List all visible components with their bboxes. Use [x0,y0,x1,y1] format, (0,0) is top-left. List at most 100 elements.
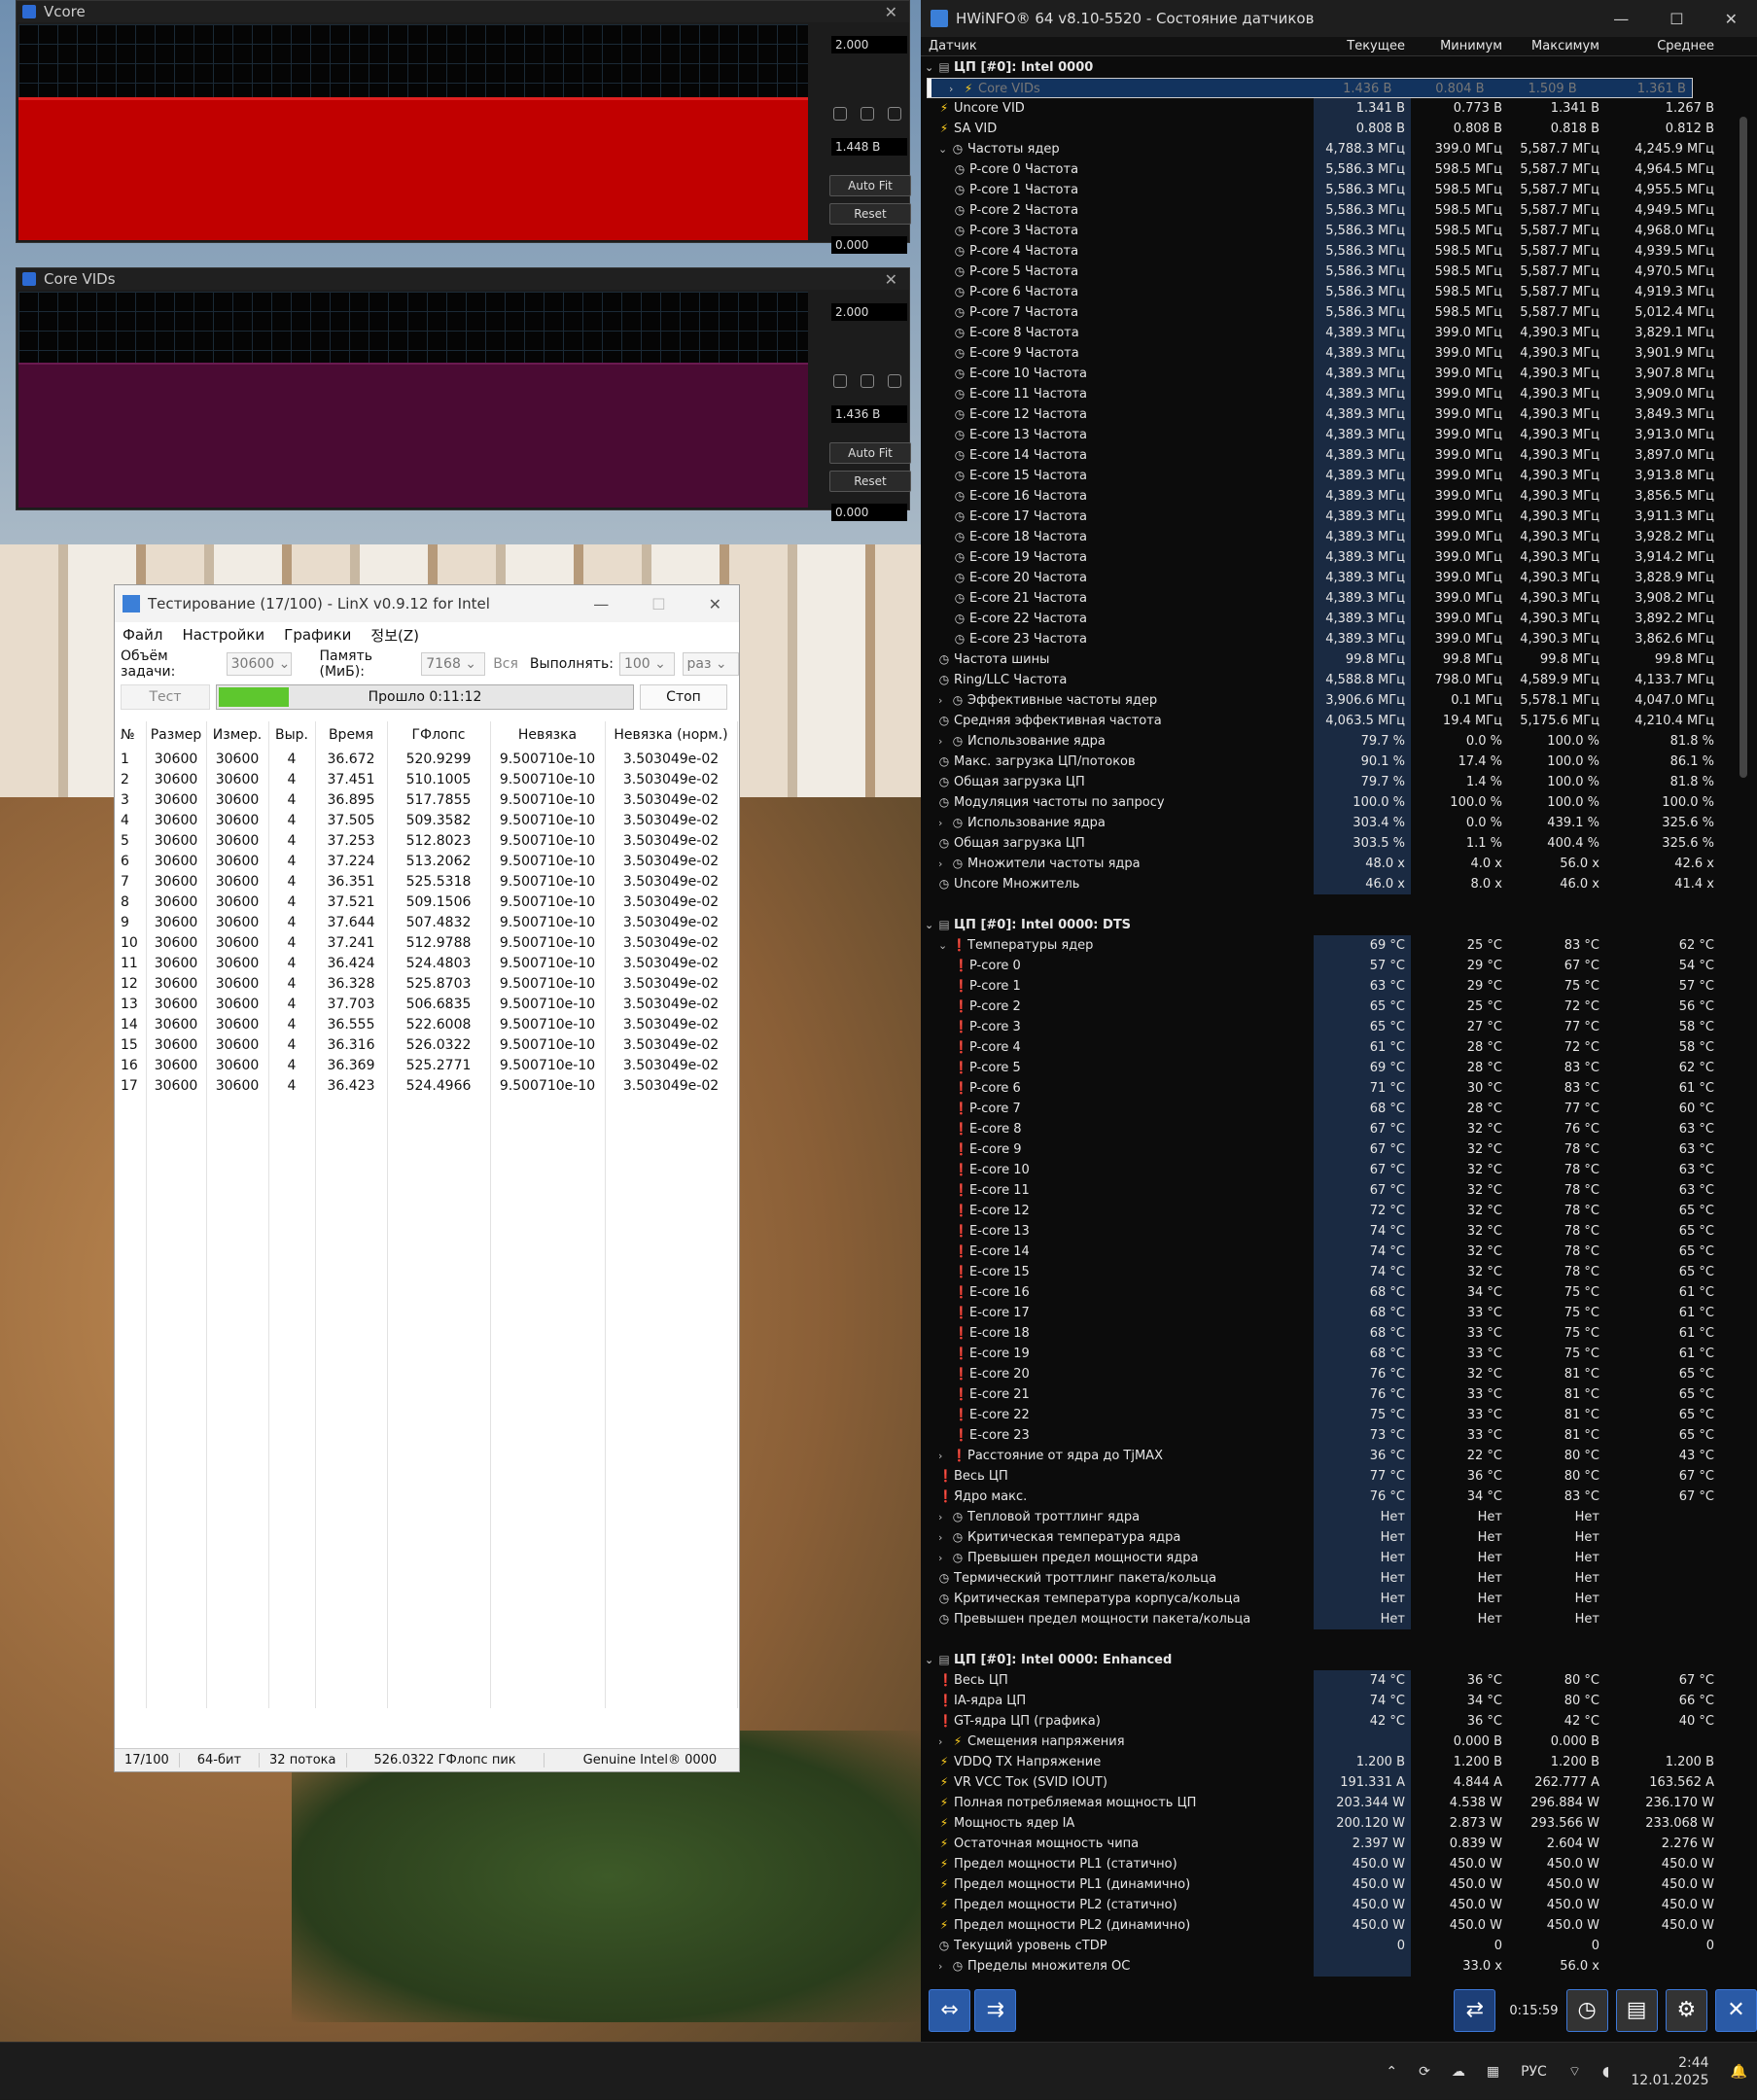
sensor-row[interactable]: ❗E-core 10 67 °C 32 °C 78 °C 63 °C [921,1160,1720,1180]
sensor-row[interactable]: › ◷ Тепловой троттлинг ядра Нет Нет Нет [921,1507,1720,1527]
column-header[interactable]: Время [315,721,388,749]
sensor-row[interactable]: ❗P-core 5 69 °C 28 °C 83 °C 62 °C [921,1058,1720,1078]
scrollbar[interactable] [1739,117,1747,778]
sensor-row[interactable]: ❗E-core 13 74 °C 32 °C 78 °C 65 °C [921,1221,1720,1242]
auto-fit-button[interactable]: Auto Fit [829,442,911,464]
chevron-right-icon[interactable]: › [938,731,952,752]
notification-bell-icon[interactable]: 🔔 [1731,2064,1747,2080]
sensor-row[interactable]: ❗P-core 3 65 °C 27 °C 77 °C 58 °C [921,1017,1720,1037]
sensor-row[interactable]: ⌄ ❗Температуры ядер 69 °C 25 °C 83 °C 62 °C [921,935,1720,956]
memory-select[interactable]: 7168 ⌄ [421,652,486,676]
sensor-row[interactable]: ◷ E-core 23 Частота 4,389.3 МГц 399.0 МГц 4,… [921,629,1720,649]
sensor-row[interactable]: ◷ Текущий уровень cTDP 0 0 0 0 [921,1936,1720,1956]
sensor-row[interactable]: ❗E-core 23 73 °C 33 °C 81 °C 65 °C [921,1425,1720,1446]
sensor-row[interactable]: ❗E-core 18 68 °C 33 °C 75 °C 61 °C [921,1323,1720,1344]
sensor-row[interactable]: ❗P-core 1 63 °C 29 °C 75 °C 57 °C [921,976,1720,997]
sensor-row[interactable]: ◷ Общая загрузка ЦП 79.7 % 1.4 % 100.0 % 81.8… [921,772,1720,792]
log-add-icon[interactable]: ▤ [1615,1989,1658,2032]
run-count-select[interactable]: 100 ⌄ [618,652,675,676]
sensor-row[interactable]: ◷ E-core 18 Частота 4,389.3 МГц 399.0 МГц 4,… [921,527,1720,547]
menu-settings[interactable]: Настройки [182,626,264,644]
sensor-row[interactable]: ❗Весь ЦП 74 °C 36 °C 80 °C 67 °C [921,1670,1720,1691]
all-memory-label[interactable]: Вся [493,656,518,672]
wifi-icon[interactable]: ⌔ [1568,2063,1581,2081]
close-icon[interactable]: ✕ [1725,10,1738,28]
header-max[interactable]: Максимум [1508,37,1605,55]
sensor-row[interactable]: ❗E-core 16 68 °C 34 °C 75 °C 61 °C [921,1282,1720,1303]
sensor-row[interactable]: › ◷ Множители частоты ядра 48.0 x 4.0 x 56.0 … [921,854,1720,874]
sensor-row[interactable]: ◷ E-core 16 Частота 4,389.3 МГц 399.0 МГц 4,… [921,486,1720,507]
times-unit-select[interactable]: раз ⌄ [682,652,740,676]
sensor-row[interactable]: ⚡ Мощность ядер IA 200.120 W 2.873 W 293.566… [921,1813,1720,1834]
sensor-row[interactable]: ◷ E-core 13 Частота 4,389.3 МГц 399.0 МГц 4,… [921,425,1720,445]
sensor-row[interactable]: ⚡ VDDQ TX Напряжение 1.200 В 1.200 В 1.200 В… [921,1752,1720,1772]
sensor-row[interactable]: ◷ P-core 7 Частота 5,586.3 МГц 598.5 МГц 5,5… [921,302,1720,323]
sensor-row[interactable]: ◷ E-core 10 Частота 4,389.3 МГц 399.0 МГц 4,… [921,364,1720,384]
sensor-row[interactable]: ◷ Критическая температура корпуса/кольца Н… [921,1589,1720,1609]
header-sensor[interactable]: Датчик [921,37,1314,55]
sensor-row[interactable]: ❗P-core 2 65 °C 25 °C 72 °C 56 °C [921,997,1720,1017]
menu-info[interactable]: 정보(Z) [370,625,419,646]
sensor-row[interactable]: ❗E-core 12 72 °C 32 °C 78 °C 65 °C [921,1201,1720,1221]
test-button[interactable]: Тест [121,684,210,710]
sensor-row[interactable]: ❗P-core 7 68 °C 28 °C 77 °C 60 °C [921,1099,1720,1119]
sensor-row[interactable]: ◷ E-core 17 Частота 4,389.3 МГц 399.0 МГц 4,… [921,507,1720,527]
sensor-row[interactable]: ❗E-core 17 68 °C 33 °C 75 °C 61 °C [921,1303,1720,1323]
sensor-row[interactable]: ⚡ Предел мощности PL2 (динамично) 450.0 W 4… [921,1915,1720,1936]
vcore-graph-window[interactable]: Vcore ✕ 2.000 1.448 В Auto Fit Reset 0.00… [16,0,911,254]
sensor-row[interactable] [921,1629,1720,1650]
clock[interactable]: 2:44 12.01.2025 [1631,2054,1708,2089]
core-vids-graph-window[interactable]: Core VIDs ✕ 2.000 1.436 В Auto Fit Reset … [16,267,911,521]
reset-button[interactable]: Reset [829,471,911,492]
sensor-row[interactable]: ◷ E-core 11 Частота 4,389.3 МГц 399.0 МГц 4,… [921,384,1720,404]
chevron-down-icon[interactable]: ⌄ [938,139,952,159]
sensor-row[interactable]: ◷ P-core 2 Частота 5,586.3 МГц 598.5 МГц 5,5… [921,200,1720,221]
sensor-row[interactable]: ◷ E-core 8 Частота 4,389.3 МГц 399.0 МГц 4,3… [921,323,1720,343]
expand-arrows-icon[interactable]: ⇔ [929,1989,971,2032]
sensor-row[interactable]: › ◷ Критическая температура ядра Нет Нет Нет [921,1527,1720,1548]
volume-icon[interactable]: ◖ [1602,2064,1609,2080]
menu-graphs[interactable]: Графики [284,626,351,644]
graph-checkbox[interactable] [833,374,847,388]
sensor-row[interactable]: ◷ P-core 3 Частота 5,586.3 МГц 598.5 МГц 5,5… [921,221,1720,241]
close-icon[interactable]: ✕ [885,3,897,21]
column-header[interactable]: № [115,721,147,749]
sensor-row[interactable]: ⌄ ▤ ЦП [#0]: Intel 0000: DTS [921,915,1720,935]
graph-checkbox[interactable] [888,374,901,388]
sensor-row[interactable]: ❗Весь ЦП 77 °C 36 °C 80 °C 67 °C [921,1466,1720,1487]
collapse-arrows-icon[interactable]: ⇉ [974,1989,1017,2032]
column-header[interactable]: Размер [146,721,207,749]
sensor-row[interactable]: ⚡ Предел мощности PL2 (статично) 450.0 W 45… [921,1895,1720,1915]
sensor-row[interactable]: ⌄ ▤ ЦП [#0]: Intel 0000: Enhanced [921,1650,1720,1670]
sensor-row[interactable]: ◷ Превышен предел мощности пакета/кольца Н… [921,1609,1720,1629]
size-select[interactable]: 30600 ⌄ [226,652,293,676]
close-icon[interactable]: ✕ [709,595,721,613]
minimize-icon[interactable]: — [593,595,609,613]
sensor-row[interactable]: › ◷ Эффективные частоты ядер 3,906.6 МГц 0.1… [921,690,1720,711]
sensor-row[interactable]: ◷ Ring/LLC Частота 4,588.8 МГц 798.0 МГц 4,5… [921,670,1720,690]
sensor-row[interactable]: ◷ Uncore Множитель 46.0 x 8.0 x 46.0 x 41.4 x [921,874,1720,894]
sensor-row[interactable]: ◷ P-core 0 Частота 5,586.3 МГц 598.5 МГц 5,5… [921,159,1720,180]
auto-fit-button[interactable]: Auto Fit [829,175,911,196]
clock-icon[interactable]: ◷ [1565,1989,1608,2032]
sensor-row[interactable]: ❗E-core 9 67 °C 32 °C 78 °C 63 °C [921,1139,1720,1160]
sensor-row[interactable] [921,894,1720,915]
minimize-icon[interactable]: — [1613,10,1629,28]
sensor-row[interactable]: ◷ E-core 14 Частота 4,389.3 МГц 399.0 МГц 4,… [921,445,1720,466]
sensor-row[interactable]: ❗Ядро макс. 76 °C 34 °C 83 °C 67 °C [921,1487,1720,1507]
header-current[interactable]: Текущее [1314,37,1411,55]
sensor-row[interactable]: ❗E-core 15 74 °C 32 °C 78 °C 65 °C [921,1262,1720,1282]
sensor-row[interactable]: ⌄ ▤ ЦП [#0]: Intel 0000 [921,57,1720,78]
chevron-down-icon[interactable]: ⌄ [925,1650,938,1670]
graph-checkbox[interactable] [861,374,874,388]
sensor-row[interactable]: ❗P-core 4 61 °C 28 °C 72 °C 58 °C [921,1037,1720,1058]
sensor-row[interactable]: ◷ P-core 5 Частота 5,586.3 МГц 598.5 МГц 5,5… [921,262,1720,282]
network-icon[interactable]: ⇄ [1454,1989,1496,2032]
sensor-row[interactable]: ◷ Макс. загрузка ЦП/потоков 90.1 % 17.4 % 10… [921,752,1720,772]
chevron-right-icon[interactable]: › [938,1732,952,1752]
chevron-right-icon[interactable]: › [938,690,952,711]
sensor-row[interactable]: ◷ E-core 19 Частота 4,389.3 МГц 399.0 МГц 4,… [921,547,1720,568]
chevron-right-icon[interactable]: › [938,1507,952,1527]
graph-checkbox[interactable] [833,107,847,121]
linx-window[interactable]: Тестирование (17/100) - LinX v0.9.12 for… [114,584,740,1772]
